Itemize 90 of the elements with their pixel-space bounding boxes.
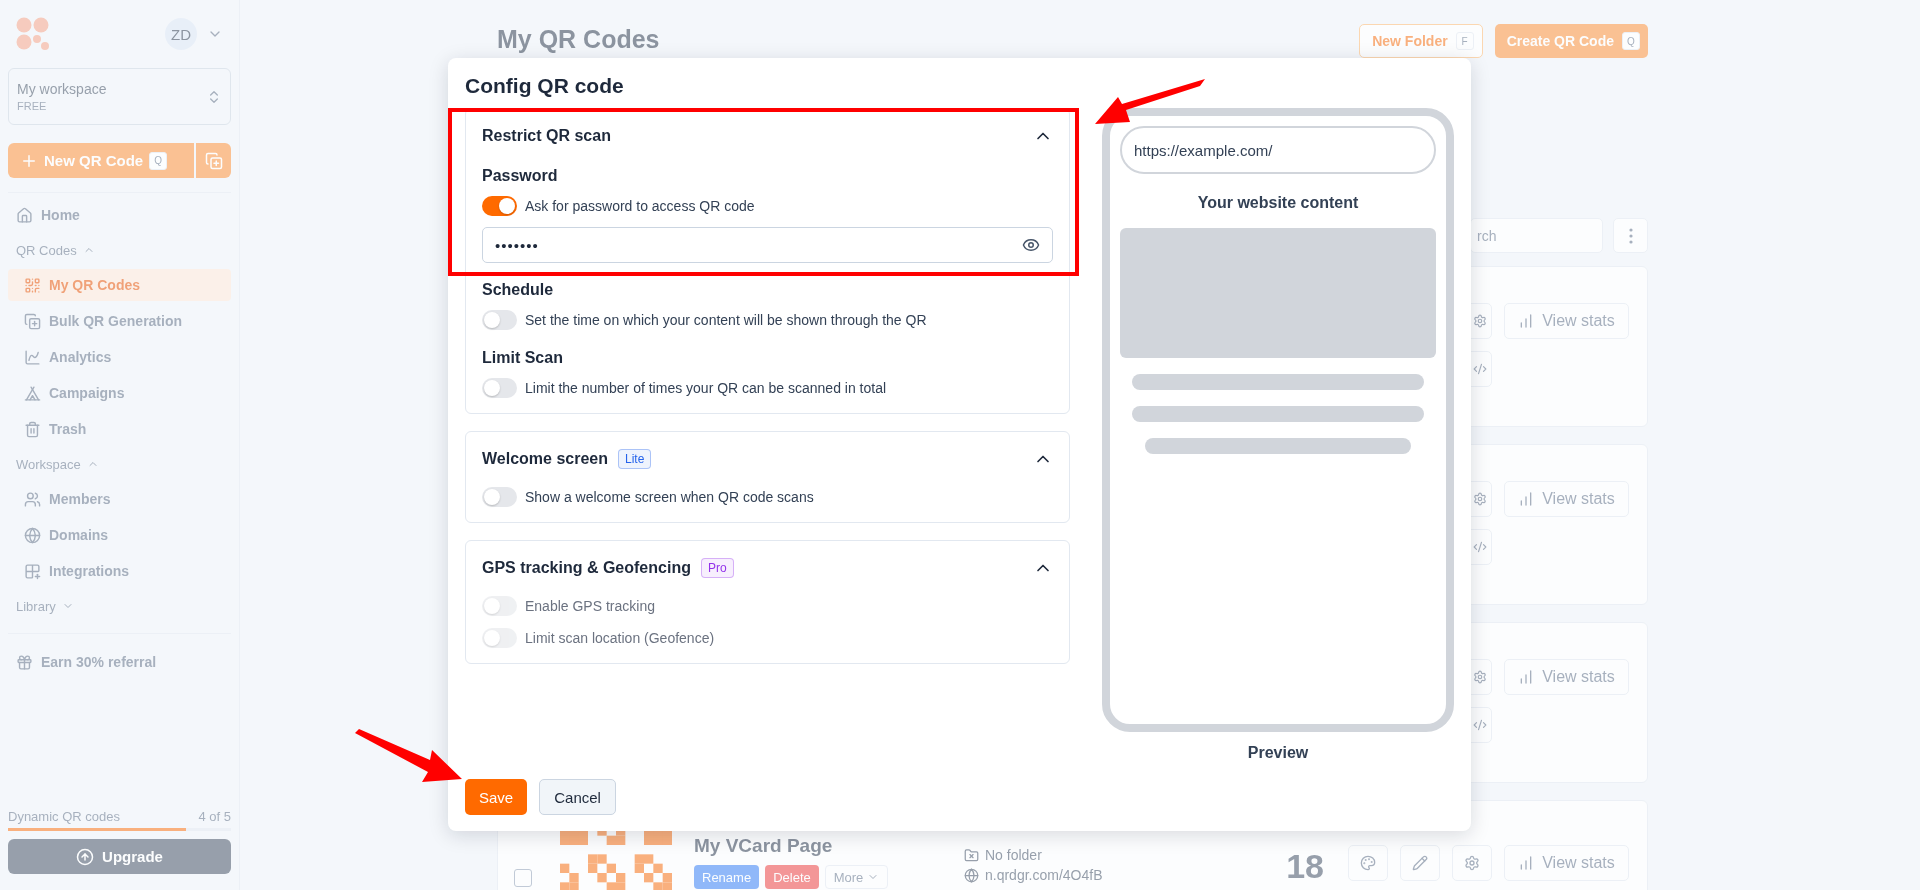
home-icon — [16, 206, 33, 224]
section-title: Welcome screen — [482, 450, 608, 468]
settings-icon — [1473, 314, 1487, 328]
settings-icon — [1473, 492, 1487, 506]
toggle-label: Set the time on which your content will be shown through the QR — [525, 312, 927, 328]
user-avatar[interactable]: ZD — [165, 18, 197, 50]
nav-icon — [24, 312, 41, 330]
new-folder-button[interactable]: New Folder F — [1359, 24, 1483, 58]
settings-icon — [1464, 855, 1480, 871]
view-stats-button[interactable]: View stats — [1504, 481, 1629, 517]
url-bar: https://example.com/ — [1120, 126, 1436, 174]
nav-item[interactable]: Integrations — [8, 555, 231, 587]
section-title: Restrict QR scan — [482, 127, 611, 145]
vertical-dots-icon — [1628, 227, 1633, 244]
referral-link[interactable]: Earn 30% referral — [8, 646, 231, 678]
option-heading: Password — [482, 167, 559, 185]
settings-icon — [1473, 670, 1487, 684]
settings-button[interactable] — [1452, 845, 1492, 881]
search-field[interactable]: rch — [1470, 218, 1603, 253]
code-icon — [1473, 362, 1487, 376]
view-stats-button[interactable]: View stats — [1504, 845, 1629, 881]
toggle-label: Limit scan location (Geofence) — [525, 630, 715, 646]
nav-icon — [24, 348, 41, 366]
code-icon — [1473, 718, 1487, 732]
code-icon — [1473, 540, 1487, 554]
usage-count: 4 of 5 — [198, 809, 231, 824]
more-options-button[interactable] — [1613, 218, 1648, 253]
nav-group-header[interactable]: Library — [8, 589, 231, 623]
globe-icon — [964, 867, 979, 883]
nav-item[interactable]: My QR Codes — [8, 269, 231, 301]
toggle-switch[interactable] — [482, 196, 517, 216]
workspace-selector[interactable]: My workspace FREE — [8, 68, 231, 125]
view-stats-button[interactable]: View stats — [1504, 659, 1629, 695]
card-action-button[interactable]: More — [824, 865, 889, 889]
pencil-icon — [1412, 855, 1428, 871]
upgrade-button[interactable]: Upgrade — [8, 839, 231, 874]
checkbox[interactable] — [514, 869, 532, 887]
create-qr-code-button[interactable]: Create QR Code Q — [1494, 24, 1648, 58]
usage-label: Dynamic QR codes — [8, 809, 120, 824]
nav-item[interactable]: Members — [8, 483, 231, 515]
eye-icon[interactable] — [1022, 236, 1040, 254]
nav-icon — [24, 420, 41, 438]
nav-group-header[interactable]: QR Codes — [8, 233, 231, 267]
section-title: GPS tracking & Geofencing — [482, 559, 691, 577]
cancel-button[interactable]: Cancel — [539, 779, 616, 815]
palette-icon — [1360, 855, 1376, 871]
toggle-label: Show a welcome screen when QR code scans — [525, 489, 814, 505]
plan-badge: Pro — [700, 558, 734, 578]
preview-caption: Preview — [1247, 744, 1309, 762]
logo-icon — [16, 17, 50, 51]
nav-item[interactable]: Bulk QR Generation — [8, 305, 231, 337]
toggle-label: Limit the number of times your QR can be scanned in total — [525, 380, 887, 396]
nav-icon — [24, 490, 41, 508]
palette-button[interactable] — [1348, 845, 1388, 881]
new-qr-code-button[interactable]: New QR Code Q — [8, 143, 194, 178]
toggle-switch[interactable] — [482, 487, 517, 507]
view-stats-button[interactable]: View stats — [1504, 303, 1629, 339]
nav-item[interactable]: Home — [8, 199, 231, 231]
copy-plus-icon — [204, 151, 223, 170]
nav-icon — [24, 562, 41, 580]
nav-item[interactable]: Analytics — [8, 341, 231, 373]
save-button[interactable]: Save — [465, 779, 528, 815]
toggle-label: Enable GPS tracking — [525, 598, 655, 614]
option-heading: Schedule — [482, 281, 555, 299]
nav-item[interactable]: Trash — [8, 413, 231, 445]
nav-icon — [24, 276, 41, 294]
preview-heading: Your website content — [1197, 194, 1359, 212]
dialog-title: Config QR code — [465, 74, 624, 99]
qr-title: My VCard Page — [694, 835, 834, 857]
arrow-up-circle-icon — [76, 847, 95, 866]
card-action-button[interactable]: Delete — [765, 865, 819, 889]
nav-item[interactable]: Campaigns — [8, 377, 231, 409]
copy-plus-button[interactable] — [196, 143, 231, 178]
folder-label: No folder — [985, 847, 1042, 863]
nav-icon — [24, 526, 41, 544]
option-heading: Limit Scan — [482, 349, 564, 367]
nav-item[interactable]: Domains — [8, 519, 231, 551]
nav-group-header[interactable]: Workspace — [8, 447, 231, 481]
scan-count: 18 — [1286, 846, 1324, 886]
toggle-switch[interactable] — [482, 378, 517, 398]
page-title: My QR Codes — [497, 24, 660, 54]
nav-icon — [24, 384, 41, 402]
password-field[interactable]: ••••••• — [482, 227, 1053, 263]
gift-icon — [16, 653, 33, 671]
toggle-switch[interactable] — [482, 310, 517, 330]
plan-badge: Lite — [618, 449, 652, 469]
folder-icon — [964, 847, 979, 863]
edit-button[interactable] — [1400, 845, 1440, 881]
toggle-label: Ask for password to access QR code — [525, 198, 755, 214]
card-action-button[interactable]: Rename — [694, 865, 760, 889]
